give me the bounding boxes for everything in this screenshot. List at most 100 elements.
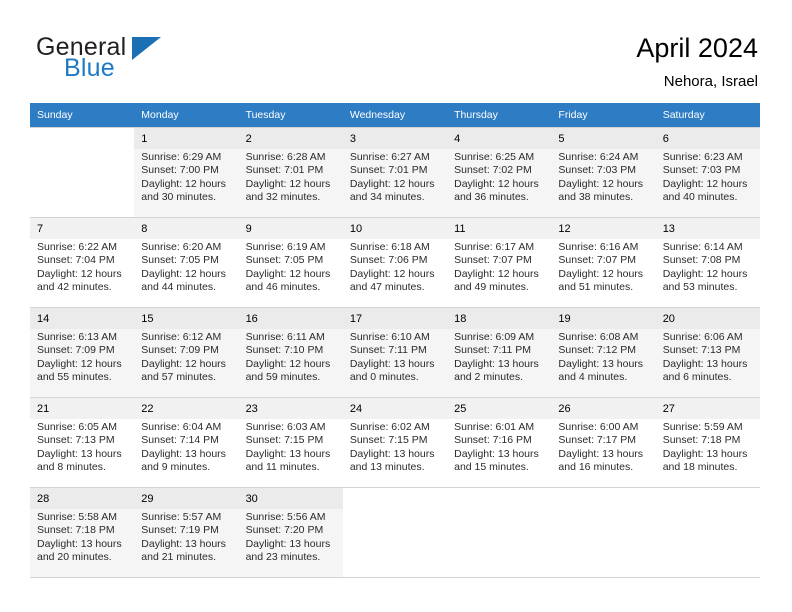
sunrise-text: Sunrise: 6:18 AM [349,241,430,253]
calendar-day-cell[interactable]: 6 Sunrise: 6:23 AM Sunset: 7:03 PM Daylight… [655,127,760,218]
daylight-text-line1: Daylight: 12 hours [245,267,331,280]
sunrise-text: Sunrise: 6:19 AM [245,241,326,253]
calendar-day-cell[interactable]: 3 Sunrise: 6:27 AM Sunset: 7:01 PM Daylight… [342,127,448,218]
calendar-day-cell[interactable]: 10 Sunrise: 6:18 AM Sunset: 7:06 PM Dayligh… [342,217,448,308]
calendar-day-cell[interactable]: 19 Sunrise: 6:08 AM Sunset: 7:12 PM Dayligh… [551,307,656,398]
day-number: 26 [551,398,656,419]
sunrise-text: Sunrise: 6:00 AM [558,421,639,433]
calendar-day-cell[interactable]: 14 Sunrise: 6:13 AM Sunset: 7:09 PM Dayligh… [30,307,135,398]
daylight-text-line1: Daylight: 12 hours [141,357,226,370]
calendar-day-cell[interactable]: 1 Sunrise: 6:29 AM Sunset: 7:00 PM Daylight… [134,127,239,218]
calendar-day-cell[interactable]: 17 Sunrise: 6:10 AM Sunset: 7:11 PM Dayligh… [342,307,448,398]
calendar-day-cell[interactable]: 24 Sunrise: 6:02 AM Sunset: 7:15 PM Dayligh… [342,397,448,488]
calendar-day-cell[interactable]: 26 Sunrise: 6:00 AM Sunset: 7:17 PM Dayligh… [551,397,656,488]
calendar-day-cell[interactable]: 16 Sunrise: 6:11 AM Sunset: 7:10 PM Dayligh… [238,307,343,398]
day-details: Sunrise: 6:09 AM Sunset: 7:11 PM Daylight:… [447,329,551,385]
calendar-day-cell[interactable]: 13 Sunrise: 6:14 AM Sunset: 7:08 PM Dayligh… [655,217,760,308]
triangle-flag-icon [132,37,161,60]
daylight-text-line1: Daylight: 12 hours [141,267,226,280]
sunrise-text: Sunrise: 6:28 AM [245,151,326,163]
calendar-day-cell[interactable]: 29 Sunrise: 5:57 AM Sunset: 7:19 PM Dayligh… [134,487,239,578]
day-details: Sunrise: 6:25 AM Sunset: 7:02 PM Daylight:… [447,149,551,205]
calendar-day-cell[interactable]: 21 Sunrise: 6:05 AM Sunset: 7:13 PM Dayligh… [30,397,135,488]
day-number: 20 [655,308,760,329]
calendar-day-cell[interactable]: 4 Sunrise: 6:25 AM Sunset: 7:02 PM Daylight… [447,127,552,218]
sunrise-text: Sunrise: 6:27 AM [349,151,430,163]
calendar-day-cell[interactable]: 27 Sunrise: 5:59 AM Sunset: 7:18 PM Dayligh… [655,397,760,488]
day-number: 10 [342,218,448,239]
day-number: 21 [30,398,135,419]
day-details: Sunrise: 6:28 AM Sunset: 7:01 PM Daylight:… [239,149,343,205]
day-details: Sunrise: 6:02 AM Sunset: 7:15 PM Daylight:… [343,419,447,475]
daylight-text-line1: Daylight: 13 hours [454,447,539,460]
calendar-day-cell[interactable]: 23 Sunrise: 6:03 AM Sunset: 7:15 PM Dayligh… [238,397,343,488]
page-header: General Blue April 2024 Nehora, Israel [0,0,792,100]
daylight-text-line2: and 9 minutes. [141,461,211,474]
calendar-day-cell[interactable]: 28 Sunrise: 5:58 AM Sunset: 7:18 PM Dayligh… [30,487,135,578]
sunrise-text: Sunrise: 6:14 AM [662,241,743,253]
calendar-day-cell[interactable]: 22 Sunrise: 6:04 AM Sunset: 7:14 PM Dayligh… [134,397,239,488]
calendar-day-cell[interactable]: 7 Sunrise: 6:22 AM Sunset: 7:04 PM Daylight… [30,217,135,308]
daylight-text-line2: and 38 minutes. [558,191,634,204]
sunset-text: Sunset: 7:09 PM [141,344,219,357]
calendar-week-row: 28 Sunrise: 5:58 AM Sunset: 7:18 PM Dayligh… [30,487,760,578]
calendar-empty-cell [551,487,656,578]
daylight-text-line2: and 51 minutes. [558,281,634,294]
calendar-day-cell[interactable]: 9 Sunrise: 6:19 AM Sunset: 7:05 PM Daylight… [238,217,343,308]
day-details: Sunrise: 6:16 AM Sunset: 7:07 PM Daylight:… [551,239,655,295]
day-details: Sunrise: 6:06 AM Sunset: 7:13 PM Daylight:… [656,329,760,385]
sunset-text: Sunset: 7:02 PM [454,164,532,177]
calendar-day-cell[interactable]: 15 Sunrise: 6:12 AM Sunset: 7:09 PM Dayligh… [134,307,239,398]
day-number: 15 [134,308,239,329]
daylight-text-line1: Daylight: 13 hours [454,357,539,370]
daylight-text-line2: and 23 minutes. [245,551,321,564]
daylight-text-line1: Daylight: 12 hours [662,177,748,190]
calendar-day-cell[interactable]: 2 Sunrise: 6:28 AM Sunset: 7:01 PM Daylight… [238,127,343,218]
daylight-text-line2: and 15 minutes. [454,461,529,474]
daylight-text-line1: Daylight: 12 hours [141,177,226,190]
day-details: Sunrise: 6:19 AM Sunset: 7:05 PM Daylight:… [239,239,343,295]
calendar-day-cell[interactable]: 11 Sunrise: 6:17 AM Sunset: 7:07 PM Dayligh… [447,217,552,308]
day-details: Sunrise: 6:00 AM Sunset: 7:17 PM Daylight:… [551,419,655,475]
daylight-text-line1: Daylight: 13 hours [349,447,435,460]
calendar-day-cell[interactable]: 8 Sunrise: 6:20 AM Sunset: 7:05 PM Daylight… [134,217,239,308]
calendar-day-cell[interactable]: 5 Sunrise: 6:24 AM Sunset: 7:03 PM Daylight… [551,127,656,218]
day-details: Sunrise: 6:10 AM Sunset: 7:11 PM Daylight:… [343,329,447,385]
calendar-week-row: 21 Sunrise: 6:05 AM Sunset: 7:13 PM Dayligh… [30,397,760,488]
calendar-day-cell[interactable]: 20 Sunrise: 6:06 AM Sunset: 7:13 PM Dayligh… [655,307,760,398]
location-subtitle: Nehora, Israel [663,73,758,90]
day-number: 18 [447,308,552,329]
day-details: Sunrise: 6:14 AM Sunset: 7:08 PM Daylight:… [656,239,760,295]
sunrise-text: Sunrise: 5:59 AM [662,421,743,433]
calendar-header-row: Sunday Monday Tuesday Wednesday Thursday… [30,103,760,128]
sunrise-text: Sunrise: 6:10 AM [349,331,430,343]
sunset-text: Sunset: 7:18 PM [37,524,115,537]
brand-logo[interactable]: General Blue [36,34,276,86]
daylight-text-line1: Daylight: 12 hours [454,267,539,280]
calendar-day-cell[interactable]: 30 Sunrise: 5:56 AM Sunset: 7:20 PM Dayligh… [238,487,343,578]
daylight-text-line2: and 18 minutes. [662,461,738,474]
calendar-empty-cell [447,487,552,578]
daylight-text-line2: and 32 minutes. [245,191,321,204]
calendar-day-cell[interactable]: 25 Sunrise: 6:01 AM Sunset: 7:16 PM Dayligh… [447,397,552,488]
daylight-text-line1: Daylight: 12 hours [37,357,122,370]
sunrise-text: Sunrise: 6:23 AM [662,151,743,163]
daylight-text-line1: Daylight: 13 hours [349,357,435,370]
sunrise-text: Sunrise: 6:24 AM [558,151,639,163]
daylight-text-line1: Daylight: 13 hours [245,447,331,460]
weekday-header-friday: Friday [551,103,656,128]
daylight-text-line1: Daylight: 13 hours [245,537,331,550]
day-number: 4 [447,128,552,149]
day-details: Sunrise: 5:56 AM Sunset: 7:20 PM Daylight:… [239,509,343,565]
day-number: 25 [447,398,552,419]
daylight-text-line1: Daylight: 12 hours [245,357,331,370]
sunrise-text: Sunrise: 6:06 AM [662,331,743,343]
daylight-text-line1: Daylight: 13 hours [141,537,226,550]
calendar-day-cell[interactable]: 18 Sunrise: 6:09 AM Sunset: 7:11 PM Dayligh… [447,307,552,398]
day-details: Sunrise: 6:03 AM Sunset: 7:15 PM Daylight:… [239,419,343,475]
calendar-day-cell[interactable]: 12 Sunrise: 6:16 AM Sunset: 7:07 PM Dayligh… [551,217,656,308]
day-number: 16 [238,308,343,329]
day-number: 6 [655,128,760,149]
day-number: 23 [238,398,343,419]
sunset-text: Sunset: 7:05 PM [141,254,219,267]
